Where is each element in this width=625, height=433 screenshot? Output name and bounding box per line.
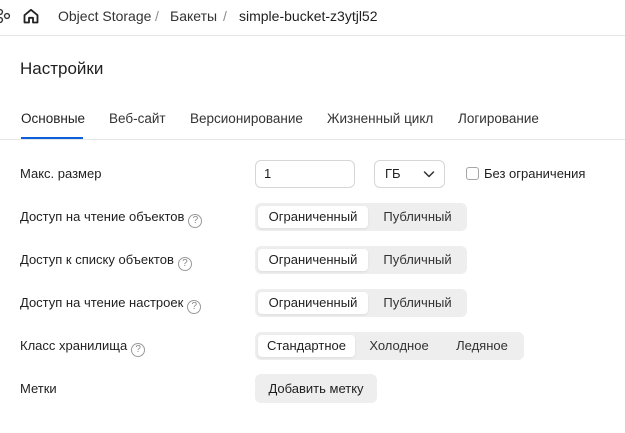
add-label-button[interactable]: Добавить метку: [255, 374, 377, 403]
list-objects-toggle: Ограниченный Публичный: [255, 246, 467, 274]
chevron-down-icon: [423, 171, 435, 178]
help-icon[interactable]: ?: [177, 257, 192, 271]
read-settings-option-restricted[interactable]: Ограниченный: [258, 292, 368, 314]
home-icon[interactable]: [22, 7, 40, 25]
tab-bar: Основные Веб-сайт Версионирование Жизнен…: [0, 102, 625, 140]
size-unit-value: ГБ: [385, 166, 401, 181]
read-settings-label: Доступ на чтение настроек?: [20, 295, 202, 314]
help-icon[interactable]: ?: [187, 300, 202, 314]
storage-class-toggle: Стандартное Холодное Ледяное: [255, 332, 524, 360]
read-objects-option-public[interactable]: Публичный: [371, 206, 464, 228]
list-objects-option-public[interactable]: Публичный: [371, 249, 464, 271]
nodes-icon[interactable]: [0, 8, 11, 24]
read-settings-option-public[interactable]: Публичный: [371, 292, 464, 314]
max-size-input[interactable]: 1: [255, 160, 355, 188]
breadcrumb-object-storage[interactable]: Object Storage: [58, 8, 151, 24]
list-objects-label-text: Доступ к списку объектов: [20, 252, 174, 267]
active-tab-indicator: [21, 137, 83, 139]
tab-website[interactable]: Веб-сайт: [109, 111, 166, 127]
storage-class-option-standard[interactable]: Стандартное: [258, 335, 355, 357]
read-objects-option-restricted[interactable]: Ограниченный: [258, 206, 368, 228]
tab-general[interactable]: Основные: [21, 111, 85, 127]
read-objects-toggle: Ограниченный Публичный: [255, 203, 467, 231]
unlimited-label[interactable]: Без ограничения: [484, 166, 585, 182]
help-icon[interactable]: ?: [188, 214, 203, 228]
list-objects-option-restricted[interactable]: Ограниченный: [258, 249, 368, 271]
page-title: Настройки: [20, 59, 104, 78]
header-bar: Object Storage / Бакеты / simple-bucket-…: [0, 0, 625, 36]
storage-class-label-text: Класс хранилища: [20, 338, 128, 353]
tab-lifecycle[interactable]: Жизненный цикл: [327, 111, 433, 127]
unlimited-checkbox[interactable]: [466, 167, 479, 180]
tab-versioning[interactable]: Версионирование: [190, 111, 303, 127]
read-objects-label: Доступ на чтение объектов?: [20, 209, 203, 228]
storage-class-option-ice[interactable]: Ледяное: [443, 335, 521, 357]
size-unit-select[interactable]: ГБ: [374, 160, 445, 188]
read-settings-label-text: Доступ на чтение настроек: [20, 295, 184, 310]
max-size-label: Макс. размер: [20, 166, 102, 181]
breadcrumb-separator: /: [155, 8, 159, 24]
storage-class-label: Класс хранилища?: [20, 338, 146, 357]
storage-class-option-cold[interactable]: Холодное: [358, 335, 440, 357]
read-settings-toggle: Ограниченный Публичный: [255, 289, 467, 317]
list-objects-label: Доступ к списку объектов?: [20, 252, 192, 271]
breadcrumb-separator: /: [223, 8, 227, 24]
help-icon[interactable]: ?: [131, 343, 146, 357]
labels-label: Метки: [20, 381, 57, 396]
read-objects-label-text: Доступ на чтение объектов: [20, 209, 185, 224]
breadcrumb-buckets[interactable]: Бакеты: [170, 8, 217, 24]
tab-logging[interactable]: Логирование: [458, 111, 539, 127]
breadcrumb-bucket-name: simple-bucket-z3ytjl52: [239, 8, 378, 24]
